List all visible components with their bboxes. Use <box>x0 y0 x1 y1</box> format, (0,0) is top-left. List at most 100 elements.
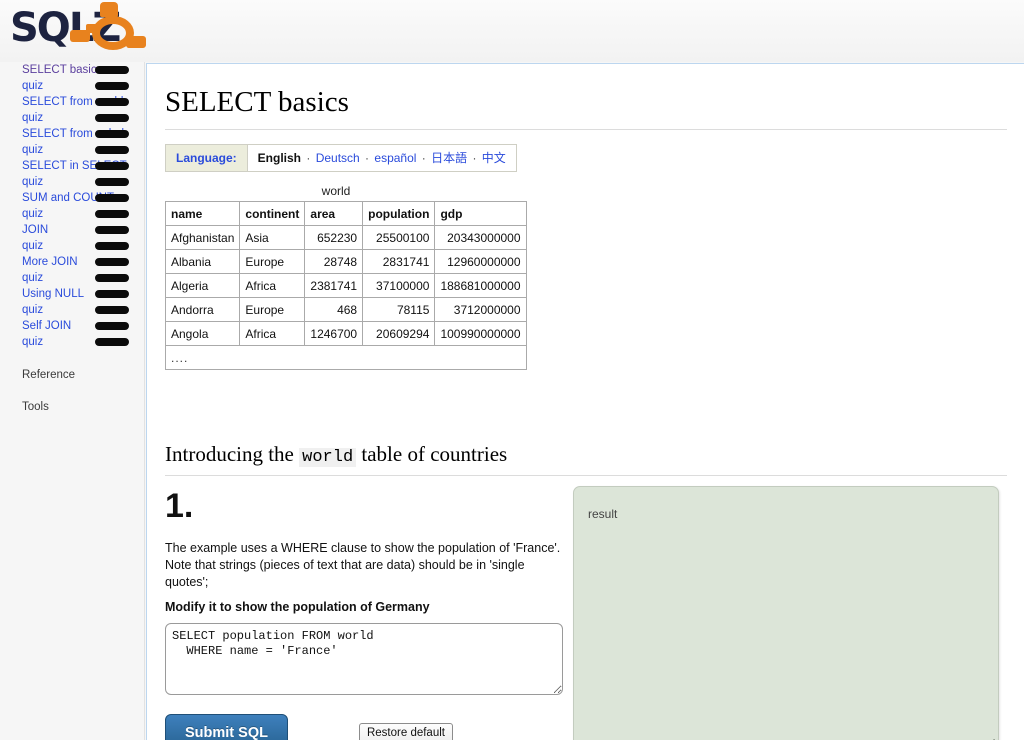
language-link[interactable]: 中文 <box>482 151 506 165</box>
table-cell: Afghanistan <box>166 226 240 250</box>
sidebar-item-label[interactable]: quiz <box>22 144 43 157</box>
sidebar-item-label[interactable]: quiz <box>22 208 43 221</box>
sidebar-item-tools[interactable]: Tools <box>0 400 144 414</box>
sidebar-item-quiz[interactable]: quiz <box>0 142 144 158</box>
progress-bar-icon <box>95 66 129 74</box>
progress-bar-icon <box>95 98 129 106</box>
sidebar-item-label[interactable]: SELECT basics <box>22 64 102 77</box>
sidebar-item-more-join[interactable]: More JOIN <box>0 254 144 270</box>
sidebar-item-quiz[interactable]: quiz <box>0 110 144 126</box>
logo-critter-icon <box>126 36 146 48</box>
sidebar-extra-list: Reference Tools <box>0 368 144 414</box>
progress-bar-icon <box>95 338 129 346</box>
table-cell: Africa <box>240 274 305 298</box>
sql-input[interactable] <box>165 623 563 695</box>
progress-bar-icon <box>95 322 129 330</box>
sidebar-item-select-in-select[interactable]: SELECT in SELECT <box>0 158 144 174</box>
sidebar-item-reference[interactable]: Reference <box>0 368 144 382</box>
restore-default-button[interactable]: Restore default <box>359 723 453 740</box>
main-content: SELECT basics Language: English · Deutsc… <box>146 63 1024 740</box>
progress-bar-icon <box>95 306 129 314</box>
sidebar-item-quiz[interactable]: quiz <box>0 302 144 318</box>
table-row: AlbaniaEurope28748283174112960000000 <box>166 250 527 274</box>
sidebar-item-quiz[interactable]: quiz <box>0 334 144 350</box>
language-link[interactable]: español <box>374 151 416 165</box>
table-cell: 20609294 <box>363 322 435 346</box>
language-link[interactable]: Deutsch <box>316 151 360 165</box>
table-cell: Asia <box>240 226 305 250</box>
table-cell: 28748 <box>305 250 363 274</box>
language-separator: · <box>301 151 316 165</box>
table-cell: 78115 <box>363 298 435 322</box>
world-table-caption: world <box>165 184 507 201</box>
sidebar-item-sum-and-count[interactable]: SUM and COUNT <box>0 190 144 206</box>
sidebar-item-select-from-world[interactable]: SELECT from world <box>0 94 144 110</box>
column-header: area <box>305 202 363 226</box>
progress-bar-icon <box>95 290 129 298</box>
progress-bar-icon <box>95 210 129 218</box>
sidebar-item-select-basics[interactable]: SELECT basics <box>0 62 144 78</box>
language-bar: Language: English · Deutsch · español · … <box>165 144 517 172</box>
sidebar-item-quiz[interactable]: quiz <box>0 78 144 94</box>
result-pane[interactable]: result <box>573 486 999 740</box>
column-header: population <box>363 202 435 226</box>
sidebar-item-quiz[interactable]: quiz <box>0 206 144 222</box>
language-options: English · Deutsch · español · 日本語 · 中文 <box>248 145 516 171</box>
sidebar-item-label[interactable]: quiz <box>22 304 43 317</box>
table-cell: Europe <box>240 298 305 322</box>
sidebar-item-label[interactable]: quiz <box>22 336 43 349</box>
language-link[interactable]: 日本語 <box>431 151 467 165</box>
logo-critter-icon <box>100 2 118 17</box>
page-title: SELECT basics <box>165 86 1007 130</box>
sidebar-item-label[interactable]: quiz <box>22 240 43 253</box>
table-cell: 100990000000 <box>435 322 526 346</box>
intro-prefix: Introducing the <box>165 442 294 466</box>
sidebar-item-label[interactable]: quiz <box>22 80 43 93</box>
world-table-block: world namecontinentareapopulationgdp Afg… <box>165 184 507 370</box>
sqlzoo-page: SQLZ SELECT basicsquizSELECT from worldq… <box>0 0 1024 740</box>
table-cell: 3712000000 <box>435 298 526 322</box>
language-separator: · <box>467 151 482 165</box>
sidebar-item-quiz[interactable]: quiz <box>0 174 144 190</box>
question-task: Modify it to show the population of Germ… <box>165 599 570 616</box>
sidebar-item-using-null[interactable]: Using NULL <box>0 286 144 302</box>
sidebar-item-label[interactable]: JOIN <box>22 224 48 237</box>
sidebar-item-label[interactable]: quiz <box>22 176 43 189</box>
language-label: Language: <box>166 145 248 171</box>
table-cell: Andorra <box>166 298 240 322</box>
table-ellipsis-cell: .... <box>166 346 527 370</box>
sidebar-item-label[interactable]: Self JOIN <box>22 320 71 333</box>
table-row: AngolaAfrica124670020609294100990000000 <box>166 322 527 346</box>
intro-suffix: table of countries <box>361 442 507 466</box>
language-current: English <box>258 151 301 165</box>
progress-bar-icon <box>95 274 129 282</box>
table-cell: 652230 <box>305 226 363 250</box>
table-cell: 37100000 <box>363 274 435 298</box>
sidebar-item-join[interactable]: JOIN <box>0 222 144 238</box>
sidebar-item-label[interactable]: quiz <box>22 112 43 125</box>
table-body: AfghanistanAsia6522302550010020343000000… <box>166 226 527 370</box>
sidebar-item-label[interactable]: More JOIN <box>22 256 78 269</box>
logo-critter-icon <box>86 24 98 33</box>
sidebar-item-self-join[interactable]: Self JOIN <box>0 318 144 334</box>
question-number: 1. <box>165 486 570 526</box>
sidebar-item-quiz[interactable]: quiz <box>0 238 144 254</box>
sidebar: SELECT basicsquizSELECT from worldquizSE… <box>0 62 145 740</box>
sidebar-item-quiz[interactable]: quiz <box>0 270 144 286</box>
sidebar-item-label[interactable]: Using NULL <box>22 288 84 301</box>
sidebar-item-select-from-nobel[interactable]: SELECT from nobel <box>0 126 144 142</box>
table-cell: 20343000000 <box>435 226 526 250</box>
progress-bar-icon <box>95 82 129 90</box>
intro-code-world: world <box>299 448 356 467</box>
sqlzoo-logo[interactable]: SQLZ <box>8 2 144 60</box>
progress-bar-icon <box>95 162 129 170</box>
progress-bar-icon <box>95 130 129 138</box>
table-cell: Angola <box>166 322 240 346</box>
submit-sql-button[interactable]: Submit SQL <box>165 714 288 740</box>
progress-bar-icon <box>95 258 129 266</box>
sidebar-item-label[interactable]: quiz <box>22 272 43 285</box>
table-cell: 12960000000 <box>435 250 526 274</box>
column-header: name <box>166 202 240 226</box>
table-cell: Albania <box>166 250 240 274</box>
table-row: AndorraEurope468781153712000000 <box>166 298 527 322</box>
